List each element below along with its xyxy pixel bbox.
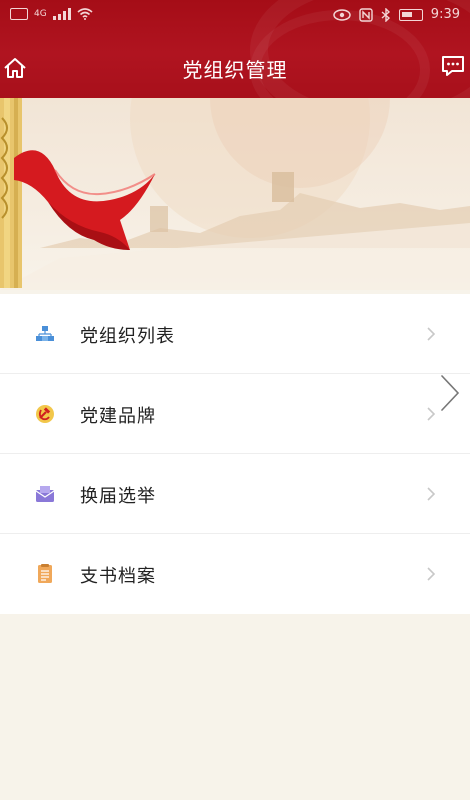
- menu-item-election[interactable]: 换届选举: [0, 454, 470, 534]
- menu-item-secretary-archive[interactable]: 支书档案: [0, 534, 470, 614]
- banner-illustration: [0, 98, 470, 290]
- menu-item-label: 换届选举: [80, 486, 156, 507]
- ballot-envelope-icon: [35, 486, 55, 502]
- message-icon: [442, 56, 464, 76]
- org-structure-icon: [36, 326, 54, 341]
- hammer-sickle-icon: [36, 405, 54, 423]
- menu-list: 党组织列表 党建品牌 换届选举 支书档案: [0, 294, 470, 614]
- chevron-right-icon: [427, 327, 436, 341]
- chevron-right-icon: [427, 407, 436, 421]
- status-bar: 4G 9:39: [0, 0, 470, 34]
- network-type: 4G: [34, 9, 47, 19]
- nfc-icon: [359, 7, 373, 22]
- wifi-icon: [77, 8, 93, 20]
- message-button[interactable]: [440, 54, 466, 78]
- status-left: 4G: [10, 8, 93, 20]
- app-header: 党组织管理: [0, 42, 470, 94]
- page-title: 党组织管理: [182, 58, 288, 82]
- banner-image: [0, 98, 470, 290]
- signal-icon: [52, 8, 71, 20]
- file-archive-icon: [38, 564, 52, 583]
- status-time: 9:39: [430, 7, 460, 22]
- battery-icon: [398, 8, 423, 21]
- menu-item-label: 党建品牌: [80, 406, 156, 427]
- top-bar: 4G 9:39 党组织管理: [0, 0, 470, 98]
- menu-item-org-list[interactable]: 党组织列表: [0, 294, 470, 374]
- chevron-right-icon: [427, 567, 436, 581]
- status-right: 9:39: [333, 7, 460, 22]
- bluetooth-icon: [381, 7, 390, 22]
- menu-item-label: 党组织列表: [80, 326, 175, 347]
- side-next-arrow-icon[interactable]: [438, 372, 464, 414]
- eye-icon: [333, 8, 351, 21]
- menu-item-party-brand[interactable]: 党建品牌: [0, 374, 470, 454]
- chevron-right-icon: [427, 487, 436, 501]
- menu-item-label: 支书档案: [80, 566, 156, 587]
- sim-icon: [10, 8, 28, 20]
